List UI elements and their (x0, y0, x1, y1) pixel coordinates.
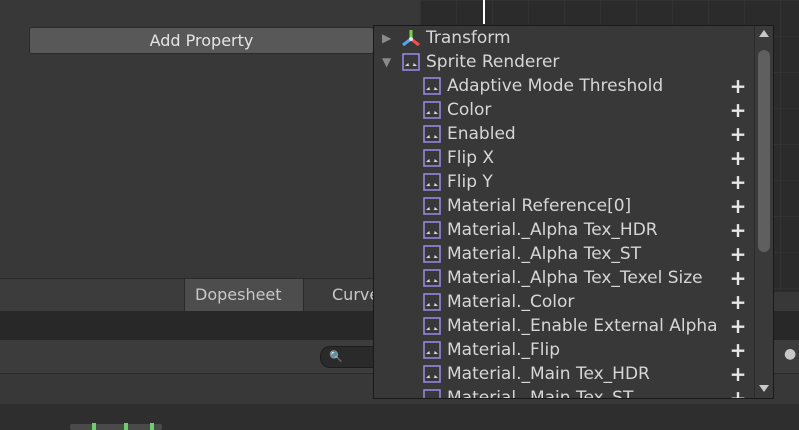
sprite-renderer-icon (423, 389, 441, 398)
plus-icon[interactable]: + (726, 266, 750, 290)
property-row[interactable]: Material._Flip + (374, 338, 755, 362)
property-label: Color (447, 100, 492, 120)
property-list: ▶ Transform ▼ Sprite Renderer Adaptive M… (374, 26, 755, 398)
property-row[interactable]: Material._Enable External Alpha + (374, 314, 755, 338)
animation-window: Add Property Dopesheet Curves 🔍 ● ▶ Tran… (0, 0, 799, 430)
search-icon: 🔍 (329, 350, 343, 363)
scroll-down-icon[interactable] (759, 385, 769, 392)
green-marker-icon (124, 423, 128, 430)
scroll-thumb[interactable] (758, 50, 770, 252)
green-marker-icon (150, 423, 154, 430)
property-label: Flip X (447, 148, 495, 168)
scroll-up-icon[interactable] (759, 30, 769, 37)
sprite-renderer-icon (423, 77, 441, 95)
property-row[interactable]: Material._Alpha Tex_Texel Size + (374, 266, 755, 290)
sprite-renderer-icon (423, 197, 441, 215)
property-row[interactable]: Flip X + (374, 146, 755, 170)
plus-icon[interactable]: + (726, 242, 750, 266)
sprite-renderer-icon (423, 173, 441, 191)
plus-icon[interactable]: + (726, 290, 750, 314)
property-label: Material._Flip (447, 340, 560, 360)
plus-icon[interactable]: + (726, 170, 750, 194)
property-label: Material._Main Tex_HDR (447, 364, 650, 384)
property-label: Material._Alpha Tex_Texel Size (447, 268, 703, 288)
property-label: Material._Color (447, 292, 575, 312)
search-input[interactable]: 🔍 (320, 346, 376, 368)
property-label: Material Reference[0] (447, 196, 632, 216)
property-row[interactable]: Material._Main Tex_ST + (374, 386, 755, 398)
group-row-transform[interactable]: ▶ Transform (374, 26, 755, 50)
group-row-sprite-renderer[interactable]: ▼ Sprite Renderer (374, 50, 755, 74)
sprite-renderer-icon (423, 125, 441, 143)
property-label: Adaptive Mode Threshold (447, 76, 664, 96)
property-row[interactable]: Material._Alpha Tex_HDR + (374, 218, 755, 242)
property-row[interactable]: Material Reference[0] + (374, 194, 755, 218)
property-label: Material._Alpha Tex_HDR (447, 220, 658, 240)
sprite-renderer-icon (423, 269, 441, 287)
toolbar-settings-icon[interactable]: ● (784, 346, 799, 366)
add-property-button[interactable]: Add Property (29, 27, 374, 54)
plus-icon[interactable]: + (726, 314, 750, 338)
view-mode-tabbar: Dopesheet Curves (0, 278, 420, 311)
sprite-renderer-icon (402, 53, 420, 71)
property-row[interactable]: Flip Y + (374, 170, 755, 194)
property-row[interactable]: Adaptive Mode Threshold + (374, 74, 755, 98)
property-label: Material._Main Tex_ST (447, 388, 634, 398)
plus-icon[interactable]: + (726, 338, 750, 362)
plus-icon[interactable]: + (726, 74, 750, 98)
sprite-renderer-icon (423, 101, 441, 119)
plus-icon[interactable]: + (726, 362, 750, 386)
sprite-renderer-icon (423, 365, 441, 383)
playhead-line[interactable] (483, 0, 485, 24)
sprite-renderer-icon (423, 293, 441, 311)
bottom-scroll-thumb[interactable] (70, 424, 162, 430)
transform-icon (402, 30, 420, 47)
sprite-renderer-icon (423, 221, 441, 239)
sprite-renderer-icon (423, 341, 441, 359)
property-row[interactable]: Color + (374, 98, 755, 122)
plus-icon[interactable]: + (726, 194, 750, 218)
sprite-renderer-icon (423, 149, 441, 167)
property-row[interactable]: Material._Color + (374, 290, 755, 314)
plus-icon[interactable]: + (726, 218, 750, 242)
foldout-collapsed-icon[interactable]: ▶ (382, 26, 396, 50)
popup-scrollbar[interactable] (754, 26, 773, 398)
plus-icon[interactable]: + (726, 98, 750, 122)
sprite-renderer-icon (423, 245, 441, 263)
property-label: Enabled (447, 124, 516, 144)
green-marker-icon (92, 423, 96, 430)
property-label: Material._Alpha Tex_ST (447, 244, 642, 264)
group-label: Sprite Renderer (426, 52, 560, 72)
property-row[interactable]: Material._Alpha Tex_ST + (374, 242, 755, 266)
plus-icon[interactable]: + (726, 122, 750, 146)
tab-dopesheet[interactable]: Dopesheet (184, 279, 304, 311)
property-row[interactable]: Enabled + (374, 122, 755, 146)
add-property-popup: ▶ Transform ▼ Sprite Renderer Adaptive M… (373, 25, 774, 399)
group-label: Transform (426, 28, 511, 48)
sprite-renderer-icon (423, 317, 441, 335)
plus-icon[interactable]: + (726, 146, 750, 170)
foldout-expanded-icon[interactable]: ▼ (382, 50, 396, 74)
property-row[interactable]: Material._Main Tex_HDR + (374, 362, 755, 386)
property-label: Flip Y (447, 172, 493, 192)
property-label: Material._Enable External Alpha (447, 316, 718, 336)
plus-icon[interactable]: + (726, 386, 750, 398)
